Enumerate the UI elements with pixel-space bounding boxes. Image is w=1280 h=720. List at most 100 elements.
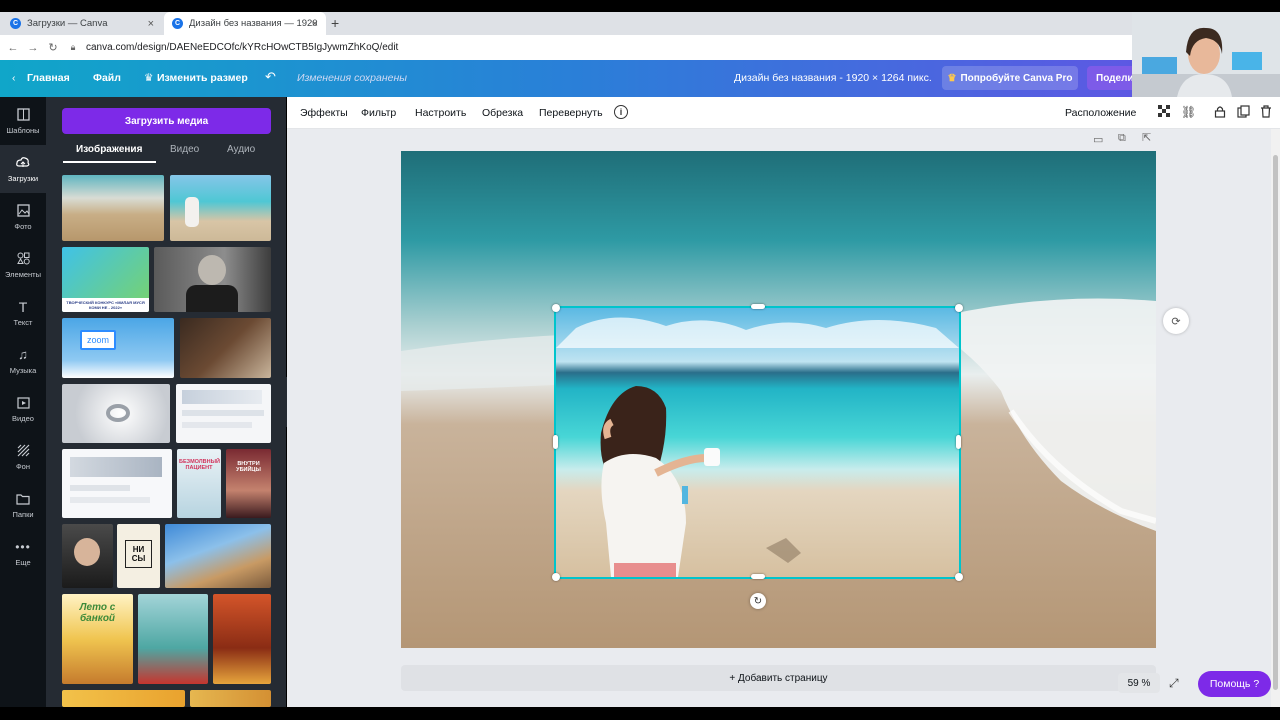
rail-label: Еще: [15, 557, 31, 567]
browser-tab-uploads[interactable]: C Загрузки — Canva ×: [2, 12, 162, 35]
crop-button[interactable]: Обрезка: [482, 107, 523, 119]
rail-elements[interactable]: Элементы: [0, 241, 46, 289]
resize-button[interactable]: Изменить размер: [157, 72, 248, 84]
adjust-button[interactable]: Настроить: [415, 107, 466, 119]
thumb-caption: ВНУТРИ УБИЙЦЫ: [236, 461, 261, 473]
rail-background[interactable]: Фон: [0, 433, 46, 481]
upload-thumbnail-book-nisy[interactable]: НИ СЫ: [117, 524, 160, 588]
folder-icon: [16, 492, 30, 506]
close-tab-icon[interactable]: ×: [312, 18, 318, 30]
flip-button[interactable]: Перевернуть: [539, 107, 603, 119]
rail-music[interactable]: ♫ Музыка: [0, 337, 46, 385]
browser-tab-design[interactable]: C Дизайн без названия — 1920 × ×: [164, 12, 326, 35]
upload-media-button[interactable]: Загрузить медиа: [62, 108, 271, 134]
help-button[interactable]: Помощь ?: [1198, 671, 1271, 697]
note-icon[interactable]: ▭: [1093, 133, 1103, 146]
effects-button[interactable]: Эффекты: [300, 107, 348, 119]
file-menu-button[interactable]: Файл: [93, 72, 121, 84]
thumb-figure: [182, 422, 252, 428]
back-arrow-icon[interactable]: ←: [6, 42, 20, 54]
rail-uploads[interactable]: Загрузки: [0, 145, 46, 193]
thumb-figure: [70, 497, 150, 503]
upload-thumbnail-book-summer[interactable]: Лето с банкой: [62, 594, 133, 684]
undo-icon[interactable]: ↶: [265, 69, 276, 85]
upload-thumbnail-book-canning[interactable]: [138, 594, 208, 684]
resize-handle-right[interactable]: [956, 435, 961, 449]
fullscreen-icon[interactable]: ⤢: [1169, 676, 1179, 691]
lock-icon[interactable]: 🔒︎: [66, 42, 80, 53]
upload-thumbnail-beach-starfish[interactable]: [62, 175, 164, 241]
thumb-figure: [186, 285, 238, 312]
upload-thumbnail-book-patient[interactable]: БЕЗМОЛВНЫЙ ПАЦИЕНТ: [177, 449, 221, 518]
upload-thumbnail-screenshot-1[interactable]: [176, 384, 271, 443]
thumb-figure: [106, 404, 130, 422]
thumb-caption: Лето с банкой: [79, 602, 116, 624]
upload-thumbnail-travel[interactable]: [165, 524, 271, 588]
upload-thumbnail-partial-1[interactable]: [62, 690, 185, 707]
reload-icon[interactable]: ↻: [46, 41, 60, 54]
vertical-scrollbar[interactable]: [1271, 129, 1280, 707]
crown-icon: ♛: [947, 72, 957, 84]
resize-handle-left[interactable]: [553, 435, 558, 449]
info-icon[interactable]: i: [614, 105, 628, 119]
upload-thumbnail-zoom[interactable]: zoom: [62, 318, 174, 378]
upload-thumbnail-book-man[interactable]: [62, 524, 113, 588]
rail-label: Видео: [12, 413, 34, 423]
tab-video[interactable]: Видео: [170, 144, 199, 155]
rail-text[interactable]: T Текст: [0, 289, 46, 337]
address-bar: ← → ↻ 🔒︎ canva.com/design/DAENeEDCOfc/kY…: [0, 35, 1280, 60]
filter-button[interactable]: Фильтр: [361, 107, 396, 119]
chevron-left-icon[interactable]: ‹: [12, 72, 16, 84]
resize-handle-top[interactable]: [751, 304, 765, 309]
upload-thumbnail-screenshot-2[interactable]: [62, 449, 172, 518]
add-page-button[interactable]: + Добавить страницу: [401, 665, 1156, 691]
rail-label: Элементы: [5, 269, 41, 279]
tab-images[interactable]: Изображения: [76, 144, 142, 155]
rail-templates[interactable]: Шаблоны: [0, 97, 46, 145]
transparency-icon[interactable]: [1157, 105, 1171, 119]
rail-label: Фон: [15, 461, 30, 471]
url-field[interactable]: canva.com/design/DAENeEDCOfc/kYRcHOwCTB5…: [86, 42, 398, 53]
add-page-icon[interactable]: ⇱: [1142, 131, 1151, 144]
resize-handle-bottom-left[interactable]: [552, 573, 560, 581]
refresh-page-icon[interactable]: ⟳: [1163, 308, 1189, 334]
selected-photo-girl-on-beach[interactable]: [554, 306, 961, 579]
upload-thumbnail-beach-girl[interactable]: [170, 175, 271, 241]
upload-thumbnail-contest[interactable]: ТВОРЧЕСКИЙ КОНКУРС «МИЛАЯ МУСЯ КОМИ НЕ -…: [62, 247, 149, 312]
photo-icon: [16, 204, 30, 218]
rail-video[interactable]: Видео: [0, 385, 46, 433]
upload-thumbnail-portrait[interactable]: [154, 247, 271, 312]
new-tab-button[interactable]: +: [331, 15, 339, 31]
rail-photos[interactable]: Фото: [0, 193, 46, 241]
rotate-handle-icon[interactable]: ↻: [750, 593, 766, 609]
upload-thumbnail-rings[interactable]: [62, 384, 170, 443]
resize-handle-top-left[interactable]: [552, 304, 560, 312]
resize-handle-bottom-right[interactable]: [955, 573, 963, 581]
zoom-level[interactable]: 59 %: [1118, 673, 1160, 693]
upload-thumbnail-partial-2[interactable]: [190, 690, 271, 707]
upload-thumbnail-coffee-book[interactable]: [180, 318, 271, 378]
trash-icon[interactable]: [1259, 105, 1273, 119]
rail-folders[interactable]: Папки: [0, 481, 46, 529]
lock-icon[interactable]: [1213, 105, 1227, 119]
thumb-caption: БЕЗМОЛВНЫЙ ПАЦИЕНТ: [179, 459, 220, 471]
position-button[interactable]: Расположение: [1065, 107, 1136, 119]
try-pro-button[interactable]: ♛ Попробуйте Canva Pro: [942, 66, 1078, 90]
forward-arrow-icon[interactable]: →: [26, 42, 40, 54]
upload-thumbnail-book-lazy[interactable]: [213, 594, 271, 684]
copy-page-icon[interactable]: ⧉: [1118, 132, 1126, 145]
resize-handle-top-right[interactable]: [955, 304, 963, 312]
upload-thumbnail-book-killer[interactable]: ВНУТРИ УБИЙЦЫ: [226, 449, 271, 518]
thumb-caption: zoom: [80, 330, 116, 350]
link-icon[interactable]: ⛓︎: [1181, 105, 1196, 119]
girl-beach-photo: [556, 308, 959, 577]
tab-audio[interactable]: Аудио: [227, 144, 255, 155]
close-tab-icon[interactable]: ×: [148, 18, 154, 30]
duplicate-icon[interactable]: [1236, 105, 1250, 119]
document-title[interactable]: Дизайн без названия - 1920 × 1264 пикс.: [734, 72, 932, 84]
resize-handle-bottom[interactable]: [751, 574, 765, 579]
home-button[interactable]: Главная: [27, 72, 70, 84]
rail-more[interactable]: ••• Еще: [0, 529, 46, 577]
music-icon: ♫: [18, 347, 28, 362]
scrollbar-thumb[interactable]: [1273, 155, 1278, 690]
